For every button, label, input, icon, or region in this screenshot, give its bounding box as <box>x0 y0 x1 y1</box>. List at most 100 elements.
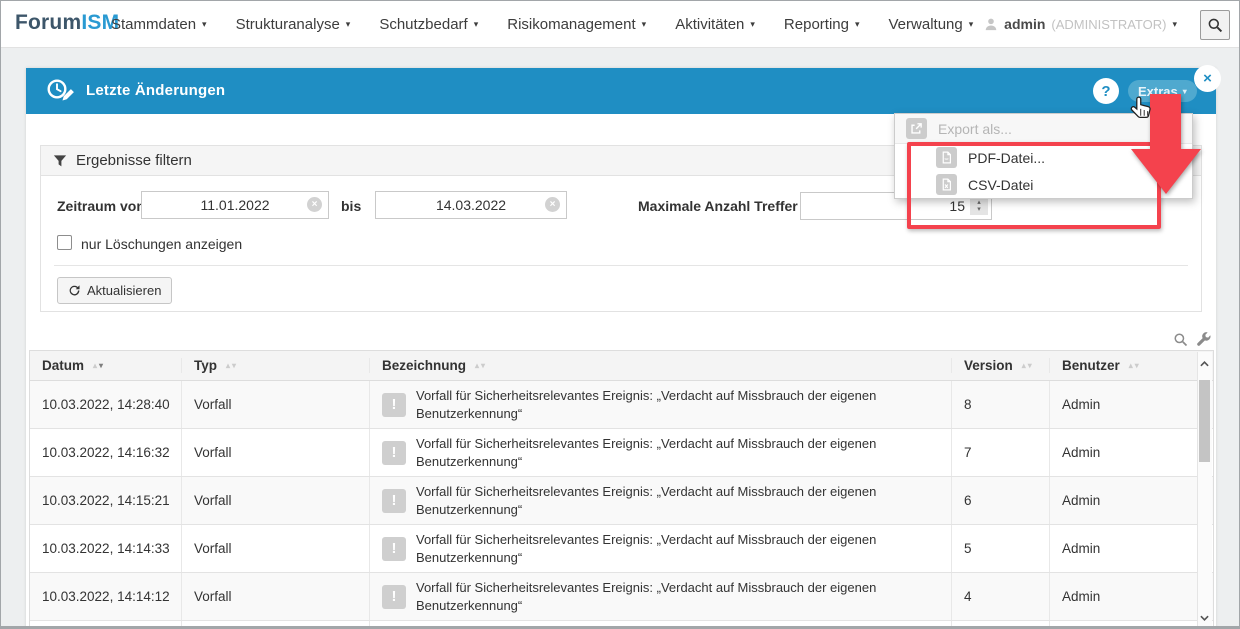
sort-icons[interactable]: ▴▾ <box>1022 361 1032 370</box>
nav-item-schutzbedarf[interactable]: Schutzbedarf▾ <box>379 16 478 33</box>
cell-benutzer <box>1050 621 1199 629</box>
nav-item-strukturanalyse[interactable]: Strukturanalyse ▾ <box>236 16 351 33</box>
nav-item-label: Aktivitäten <box>675 16 744 33</box>
table-row[interactable]: 10.03.2022, 14:14:33 Vorfall !Vorfall fü… <box>30 525 1213 573</box>
nav-item-aktivitaeten[interactable]: Aktivitäten ▾ <box>675 16 755 33</box>
table-search-icon[interactable] <box>1173 332 1188 352</box>
user-icon <box>984 17 998 31</box>
table-row[interactable]: 10.03.2022, 14:15:21 Vorfall !Vorfall fü… <box>30 477 1213 525</box>
cell-datum <box>30 621 182 629</box>
cell-datum: 10.03.2022, 14:28:40 <box>30 381 182 428</box>
chevron-down-icon: ▾ <box>855 19 860 30</box>
cell-version: 6 <box>952 477 1050 524</box>
sort-icons[interactable]: ▴▾ <box>93 361 103 370</box>
nav-item-label: Risikomanagement <box>507 16 635 33</box>
cell-bezeichnung: ! Vorfall für Sicherheitsrelevantes Ereig… <box>370 525 952 572</box>
table-scrollbar[interactable] <box>1197 352 1212 629</box>
clear-icon[interactable]: × <box>307 197 322 212</box>
sort-desc-icon: ▾ <box>481 361 485 370</box>
column-header-version[interactable]: Version ▴▾ <box>952 358 1050 373</box>
cell-typ <box>182 621 370 629</box>
column-header-benutzer[interactable]: Benutzer▴▾ <box>1050 358 1199 373</box>
clear-icon[interactable]: × <box>545 197 560 212</box>
cell-typ: Vorfall <box>182 477 370 524</box>
chevron-down-icon: ▾ <box>750 19 755 30</box>
nav-item-stammdaten[interactable]: Stammdaten▾ <box>111 16 207 33</box>
sort-asc-icon: ▴ <box>226 361 230 370</box>
date-to-input[interactable]: 14.03.2022 × <box>375 191 567 219</box>
table-row[interactable]: 10.03.2022, 14:28:40 Vorfall !Vorfall fü… <box>30 381 1213 429</box>
date-to-value: 14.03.2022 <box>436 197 506 213</box>
sort-icons[interactable]: ▴▾ <box>226 361 236 370</box>
sort-asc-icon: ▴ <box>93 361 97 370</box>
hand-cursor-icon <box>1128 95 1156 125</box>
warning-icon: ! <box>382 537 406 561</box>
nav-item-verwaltung[interactable]: Verwaltung▾ <box>889 16 974 33</box>
nav-item-label: Strukturanalyse <box>236 16 340 33</box>
cell-typ: Vorfall <box>182 429 370 476</box>
table-row[interactable]: 10.03.2022, 14:16:32 Vorfall !Vorfall fü… <box>30 429 1213 477</box>
cell-bezeichnung: !Vorfall für Sicherheitsrelevantes Ereig… <box>370 429 952 476</box>
user-role: (ADMINISTRATOR) <box>1051 17 1166 32</box>
column-label: Datum <box>42 358 84 373</box>
nav-item-label: Stammdaten <box>111 16 196 33</box>
filter-divider <box>54 265 1188 266</box>
table-row[interactable]: 10.03.2022, 14:14:12 Vorfall !Vorfall fü… <box>30 573 1213 621</box>
table-header-row: Datum▴▾ Typ▴▾ Bezeichnung▴▾ Version▴▾ Be… <box>30 351 1213 381</box>
chevron-down-icon: ▾ <box>969 19 974 30</box>
date-from-input[interactable]: 11.01.2022 × <box>141 191 329 219</box>
user-menu[interactable]: admin (ADMINISTRATOR) ▾ <box>984 1 1177 47</box>
cell-benutzer: Admin <box>1050 525 1199 572</box>
nav-item-label: Schutzbedarf <box>379 16 467 33</box>
main-menu: Stammdaten▾ Strukturanalyse▾ Schutzbedar… <box>111 1 973 47</box>
cell-version: 7 <box>952 429 1050 476</box>
app-logo[interactable]: ForumISM <box>15 11 119 35</box>
scroll-down-icon[interactable] <box>1200 610 1209 625</box>
date-from-value: 11.01.2022 <box>200 197 269 213</box>
sort-desc-icon: ▾ <box>1028 361 1032 370</box>
nav-item-risikomanagement[interactable]: Risikomanagement▾ <box>507 16 646 33</box>
column-header-typ[interactable]: Typ ▴▾ <box>182 358 370 373</box>
sort-icons[interactable]: ▴▾ <box>1129 361 1139 370</box>
help-button[interactable]: ? <box>1093 78 1119 104</box>
cell-version: 4 <box>952 573 1050 620</box>
cell-typ: Vorfall <box>182 381 370 428</box>
table-toolbar <box>1173 332 1211 352</box>
refresh-button[interactable]: Aktualisieren <box>57 277 172 304</box>
warning-icon: ! <box>382 585 406 609</box>
column-label: Typ <box>194 358 217 373</box>
column-header-datum[interactable]: Datum ▴▾ <box>30 358 182 373</box>
nav-item-reporting[interactable]: Reporting▾ <box>784 16 860 33</box>
global-search-button[interactable] <box>1200 10 1230 40</box>
deletions-only-checkbox[interactable] <box>57 235 72 250</box>
cell-benutzer: Admin <box>1050 381 1199 428</box>
cell-bezeichnung: !Vorfall für Sicherheitsrelevantes Ereig… <box>370 381 952 428</box>
cell-bezeichnung: ! <box>370 621 952 629</box>
sort-asc-icon: ▴ <box>475 361 479 370</box>
app-window: ForumISM Stammdaten▾ Strukturanalyse▾ Sc… <box>0 0 1240 629</box>
max-hits-label: Maximale Anzahl Treffer <box>638 198 798 214</box>
sort-asc-icon: ▴ <box>1129 361 1133 370</box>
bezeichnung-text: Vorfall für Sicherheitsrelevantes Ereign… <box>416 579 936 615</box>
scroll-up-icon[interactable] <box>1200 356 1209 371</box>
cell-version: 5 <box>952 525 1050 572</box>
export-icon <box>906 118 927 139</box>
table-row-partial: ! <box>30 621 1213 629</box>
sort-desc-icon: ▾ <box>1135 361 1139 370</box>
bezeichnung-text: Vorfall für Sicherheitsrelevantes Ereign… <box>416 531 936 567</box>
chevron-down-icon: ▾ <box>346 19 351 30</box>
page-title: Letzte Änderungen <box>86 82 225 99</box>
history-edit-icon <box>46 76 78 111</box>
warning-icon: ! <box>382 441 406 465</box>
close-panel-button[interactable]: × <box>1194 65 1221 92</box>
scrollbar-thumb[interactable] <box>1199 380 1210 462</box>
menu-header-label: Export als... <box>938 121 1012 137</box>
cell-datum: 10.03.2022, 14:15:21 <box>30 477 182 524</box>
table-settings-wrench-icon[interactable] <box>1196 332 1211 352</box>
column-label: Version <box>964 358 1013 373</box>
column-header-bezeichnung[interactable]: Bezeichnung▴▾ <box>370 358 952 373</box>
sort-icons[interactable]: ▴▾ <box>475 361 485 370</box>
cell-bezeichnung: !Vorfall für Sicherheitsrelevantes Ereig… <box>370 477 952 524</box>
date-to-label: bis <box>341 198 361 214</box>
refresh-label: Aktualisieren <box>87 283 161 298</box>
